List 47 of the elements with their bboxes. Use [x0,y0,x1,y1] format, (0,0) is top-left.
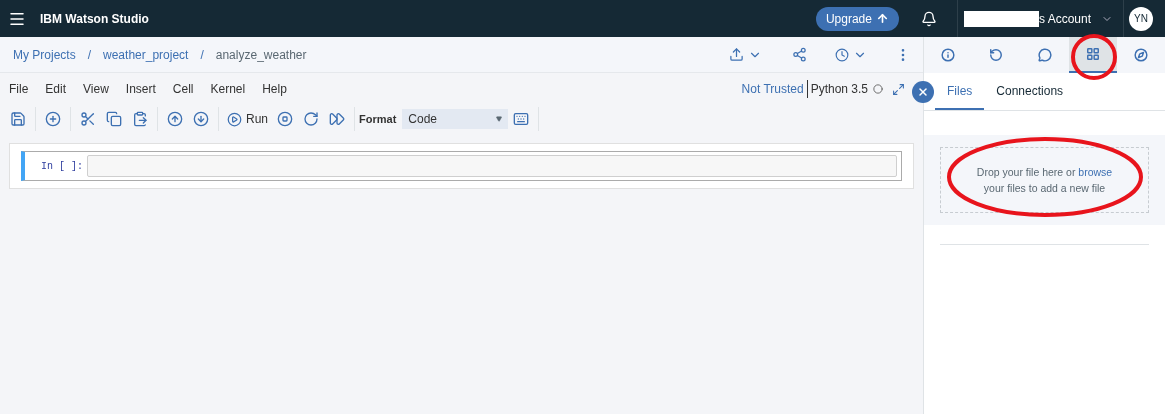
kernel-status-icon [873,84,883,94]
breadcrumb-link[interactable]: My Projects [13,45,76,64]
arrow-up-icon [875,12,889,25]
drop-instructions: Drop your file here or browse your files to add a new file [976,165,1113,196]
menu-item[interactable]: Kernel [210,80,246,98]
grid-icon [1085,47,1100,61]
format-label: Format [359,111,397,127]
trust-status[interactable]: Not Trusted [741,80,808,98]
upgrade-button[interactable]: Upgrade [815,6,899,31]
avatar[interactable]: YN [1129,6,1153,31]
code-cell[interactable]: In [ ]: [21,151,902,181]
info-icon [941,48,956,62]
code-input[interactable] [87,155,897,177]
cell-prompt: In [ ]: [40,159,84,174]
kernel-name: Python 3.5 [810,81,868,98]
cell-type-dropdown[interactable]: Code [402,109,509,129]
run-button[interactable]: Run [223,110,272,128]
menu-item[interactable]: Cell [172,80,194,98]
compass-icon [1133,48,1148,62]
close-icon [917,86,929,98]
menu-item[interactable]: Insert [125,80,156,98]
menu-item[interactable]: View [83,80,109,98]
browse-link[interactable]: browse [1078,166,1113,178]
bell-icon[interactable] [920,10,937,27]
panel-tab[interactable]: Connections [984,73,1076,110]
play-icon [227,111,242,127]
breadcrumb-current: analyze_weather [215,46,307,64]
app-title: IBM Watson Studio [40,10,149,28]
rotate-icon [989,48,1004,62]
close-button[interactable] [912,81,934,103]
share-icon[interactable] [792,47,807,62]
breadcrumb-separator: / [200,46,204,64]
menu-item[interactable]: Edit [45,80,67,98]
menu-item[interactable]: File [9,80,29,98]
chat-icon [1037,48,1052,62]
history-button[interactable] [835,47,867,62]
upload-button[interactable] [729,47,762,62]
account-name[interactable]: s Account [1038,9,1091,28]
menu-item[interactable]: Help [262,80,287,98]
clock-icon [835,47,849,62]
expand-icon [892,82,905,96]
drop-zone[interactable]: Drop your file here or browse your files to add a new file [940,147,1149,213]
upload-icon [729,47,744,62]
breadcrumb-separator: / [87,46,92,64]
panel-tab[interactable]: Files [935,73,985,110]
caret-icon [496,116,503,122]
breadcrumb-link[interactable]: weather_project [103,45,189,64]
